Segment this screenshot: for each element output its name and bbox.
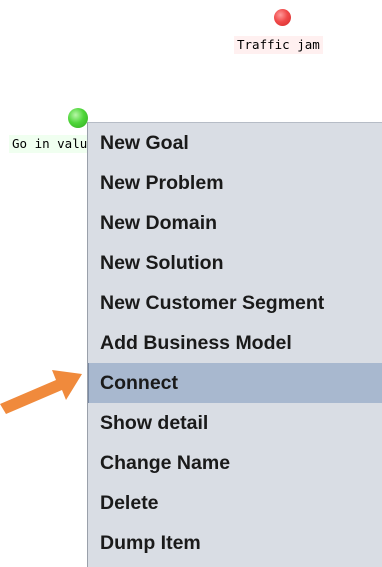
traffic-jam-node-label[interactable]: Traffic jam	[234, 36, 323, 54]
menu-item-new-customer-segment[interactable]: New Customer Segment	[88, 283, 382, 323]
menu-item-show-detail[interactable]: Show detail	[88, 403, 382, 443]
menu-item-connect[interactable]: Connect	[88, 363, 382, 403]
menu-item-delete[interactable]: Delete	[88, 483, 382, 523]
go-in-value-node-icon[interactable]	[68, 108, 88, 128]
menu-item-new-solution[interactable]: New Solution	[88, 243, 382, 283]
menu-item-dump-item[interactable]: Dump Item	[88, 523, 382, 563]
menu-item-new-goal[interactable]: New Goal	[88, 123, 382, 163]
traffic-jam-node-icon[interactable]	[274, 9, 291, 26]
model-canvas[interactable]: Traffic jam Go in value New Goal New Pro…	[0, 0, 382, 567]
arrow-right-icon	[0, 370, 82, 414]
go-in-value-node-label[interactable]: Go in value	[9, 135, 89, 153]
menu-item-new-problem[interactable]: New Problem	[88, 163, 382, 203]
menu-item-change-name[interactable]: Change Name	[88, 443, 382, 483]
menu-item-new-domain[interactable]: New Domain	[88, 203, 382, 243]
menu-item-add-business-model[interactable]: Add Business Model	[88, 323, 382, 363]
context-menu: New Goal New Problem New Domain New Solu…	[87, 122, 382, 567]
